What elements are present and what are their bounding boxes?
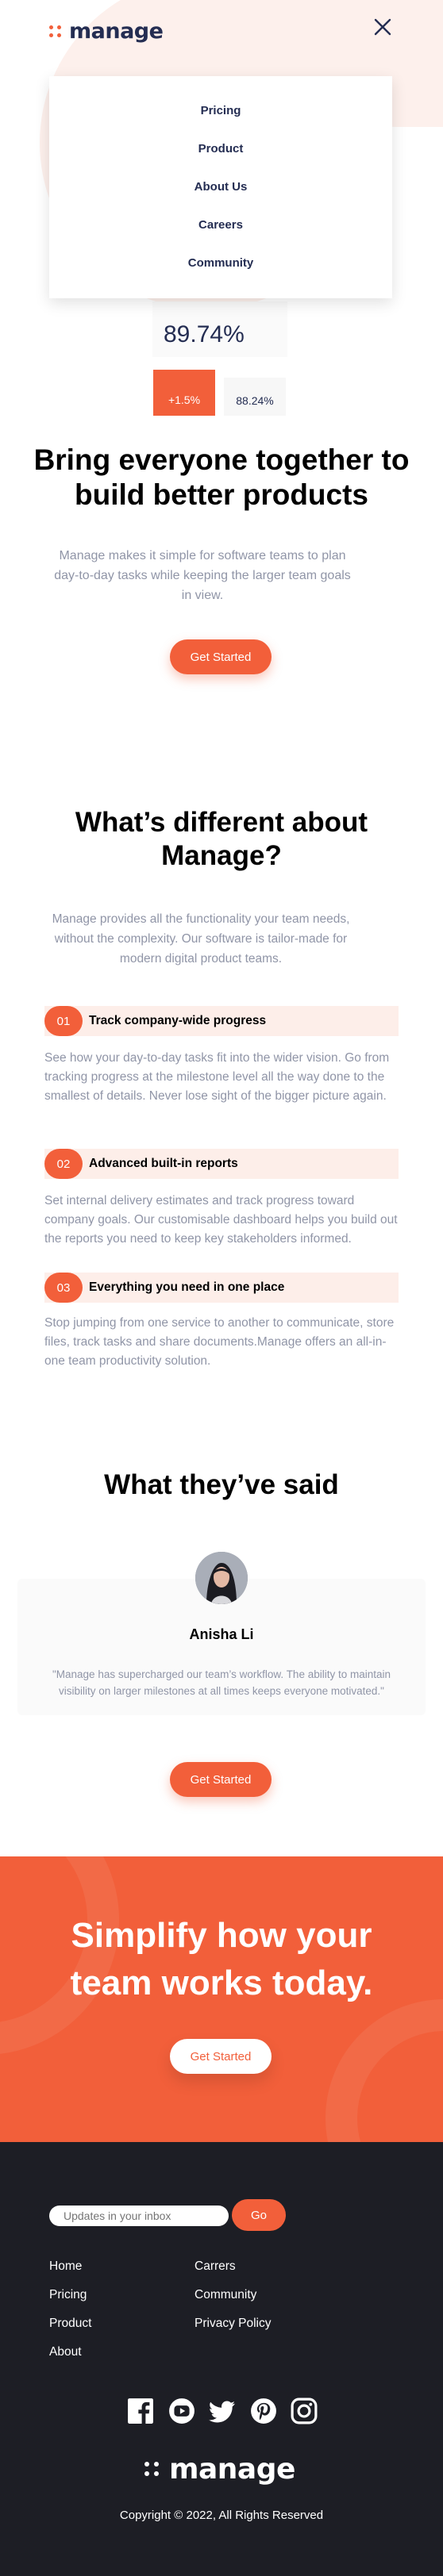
feature-text-3: Stop jumping from one service to another…: [44, 1316, 395, 1368]
copyright: Copyright © 2022, All Rights Reserved: [119, 2509, 324, 2522]
feature-text-2: Set internal delivery estimates and trac…: [44, 1194, 398, 1246]
logo-text: manage: [69, 19, 164, 44]
pinterest-icon[interactable]: [250, 2397, 277, 2424]
testimonial-quote: "Manage has supercharged our team’s work…: [52, 1668, 391, 1697]
newsletter-input[interactable]: [49, 2206, 229, 2226]
feature-text-1: See how your day-to-day tasks fit into t…: [44, 1051, 390, 1103]
menu-item-about-us[interactable]: About Us: [195, 168, 248, 206]
logo[interactable]: manage: [49, 19, 164, 44]
footer-link-privacy-policy[interactable]: Privacy Policy: [195, 2317, 271, 2331]
logo-mark-icon: [49, 25, 62, 38]
feature-number-3: 03: [44, 1273, 83, 1303]
footer-logo-mark-icon: [144, 2461, 160, 2478]
facebook-icon[interactable]: [127, 2397, 154, 2424]
feature-title-3: Everything you need in one place: [89, 1280, 285, 1294]
dashboard-badge-up: +1.5%: [153, 370, 215, 416]
close-menu-button[interactable]: [373, 17, 392, 36]
footer-link-pricing[interactable]: Pricing: [49, 2288, 87, 2302]
avatar: [195, 1552, 248, 1604]
newsletter-go-button[interactable]: Go: [232, 2199, 286, 2231]
testimonials-title: What they’ve said: [104, 1469, 339, 1500]
testimonials-get-started-button[interactable]: Get Started: [170, 1762, 272, 1797]
footer-link-community[interactable]: Community: [195, 2288, 256, 2302]
feature-number-2: 02: [44, 1149, 83, 1179]
feature-number-1: 01: [44, 1006, 83, 1036]
footer-link-product[interactable]: Product: [49, 2317, 91, 2331]
dashboard-big-stat: 89.74%: [164, 321, 245, 347]
close-icon: [374, 18, 391, 36]
hero-title: Bring everyone together to build better …: [33, 443, 410, 511]
cta-get-started-button[interactable]: Get Started: [170, 2039, 272, 2074]
footer-link-about[interactable]: About: [49, 2345, 82, 2359]
footer-logo-text: manage: [169, 2453, 295, 2486]
cta-title: Simplify how your team works today.: [70, 1916, 373, 2002]
hero-text: Manage makes it simple for software team…: [54, 549, 351, 602]
features-title: What’s different about Manage?: [75, 807, 368, 871]
hero-get-started-button[interactable]: Get Started: [170, 639, 272, 674]
mobile-menu: Pricing Product About Us Careers Communi…: [49, 76, 392, 298]
dashboard-badge-value: 88.24%: [224, 378, 286, 416]
testimonial-name: Anisha Li: [189, 1626, 254, 1642]
feature-title-1: Track company-wide progress: [89, 1014, 267, 1027]
menu-item-pricing[interactable]: Pricing: [201, 92, 241, 130]
menu-item-community[interactable]: Community: [188, 244, 254, 282]
menu-item-careers[interactable]: Careers: [198, 206, 243, 244]
footer-logo[interactable]: manage: [144, 2453, 295, 2486]
instagram-icon[interactable]: [291, 2397, 318, 2424]
features-intro: Manage provides all the functionality yo…: [52, 912, 350, 966]
site-header: manage: [0, 0, 443, 62]
feature-title-2: Advanced built-in reports: [89, 1157, 238, 1170]
social-links: [127, 2397, 318, 2424]
footer-link-careers[interactable]: Carrers: [195, 2259, 236, 2274]
twitter-icon[interactable]: [209, 2397, 236, 2424]
youtube-icon[interactable]: [168, 2397, 195, 2424]
footer-link-home[interactable]: Home: [49, 2259, 82, 2274]
menu-item-product[interactable]: Product: [198, 130, 244, 168]
